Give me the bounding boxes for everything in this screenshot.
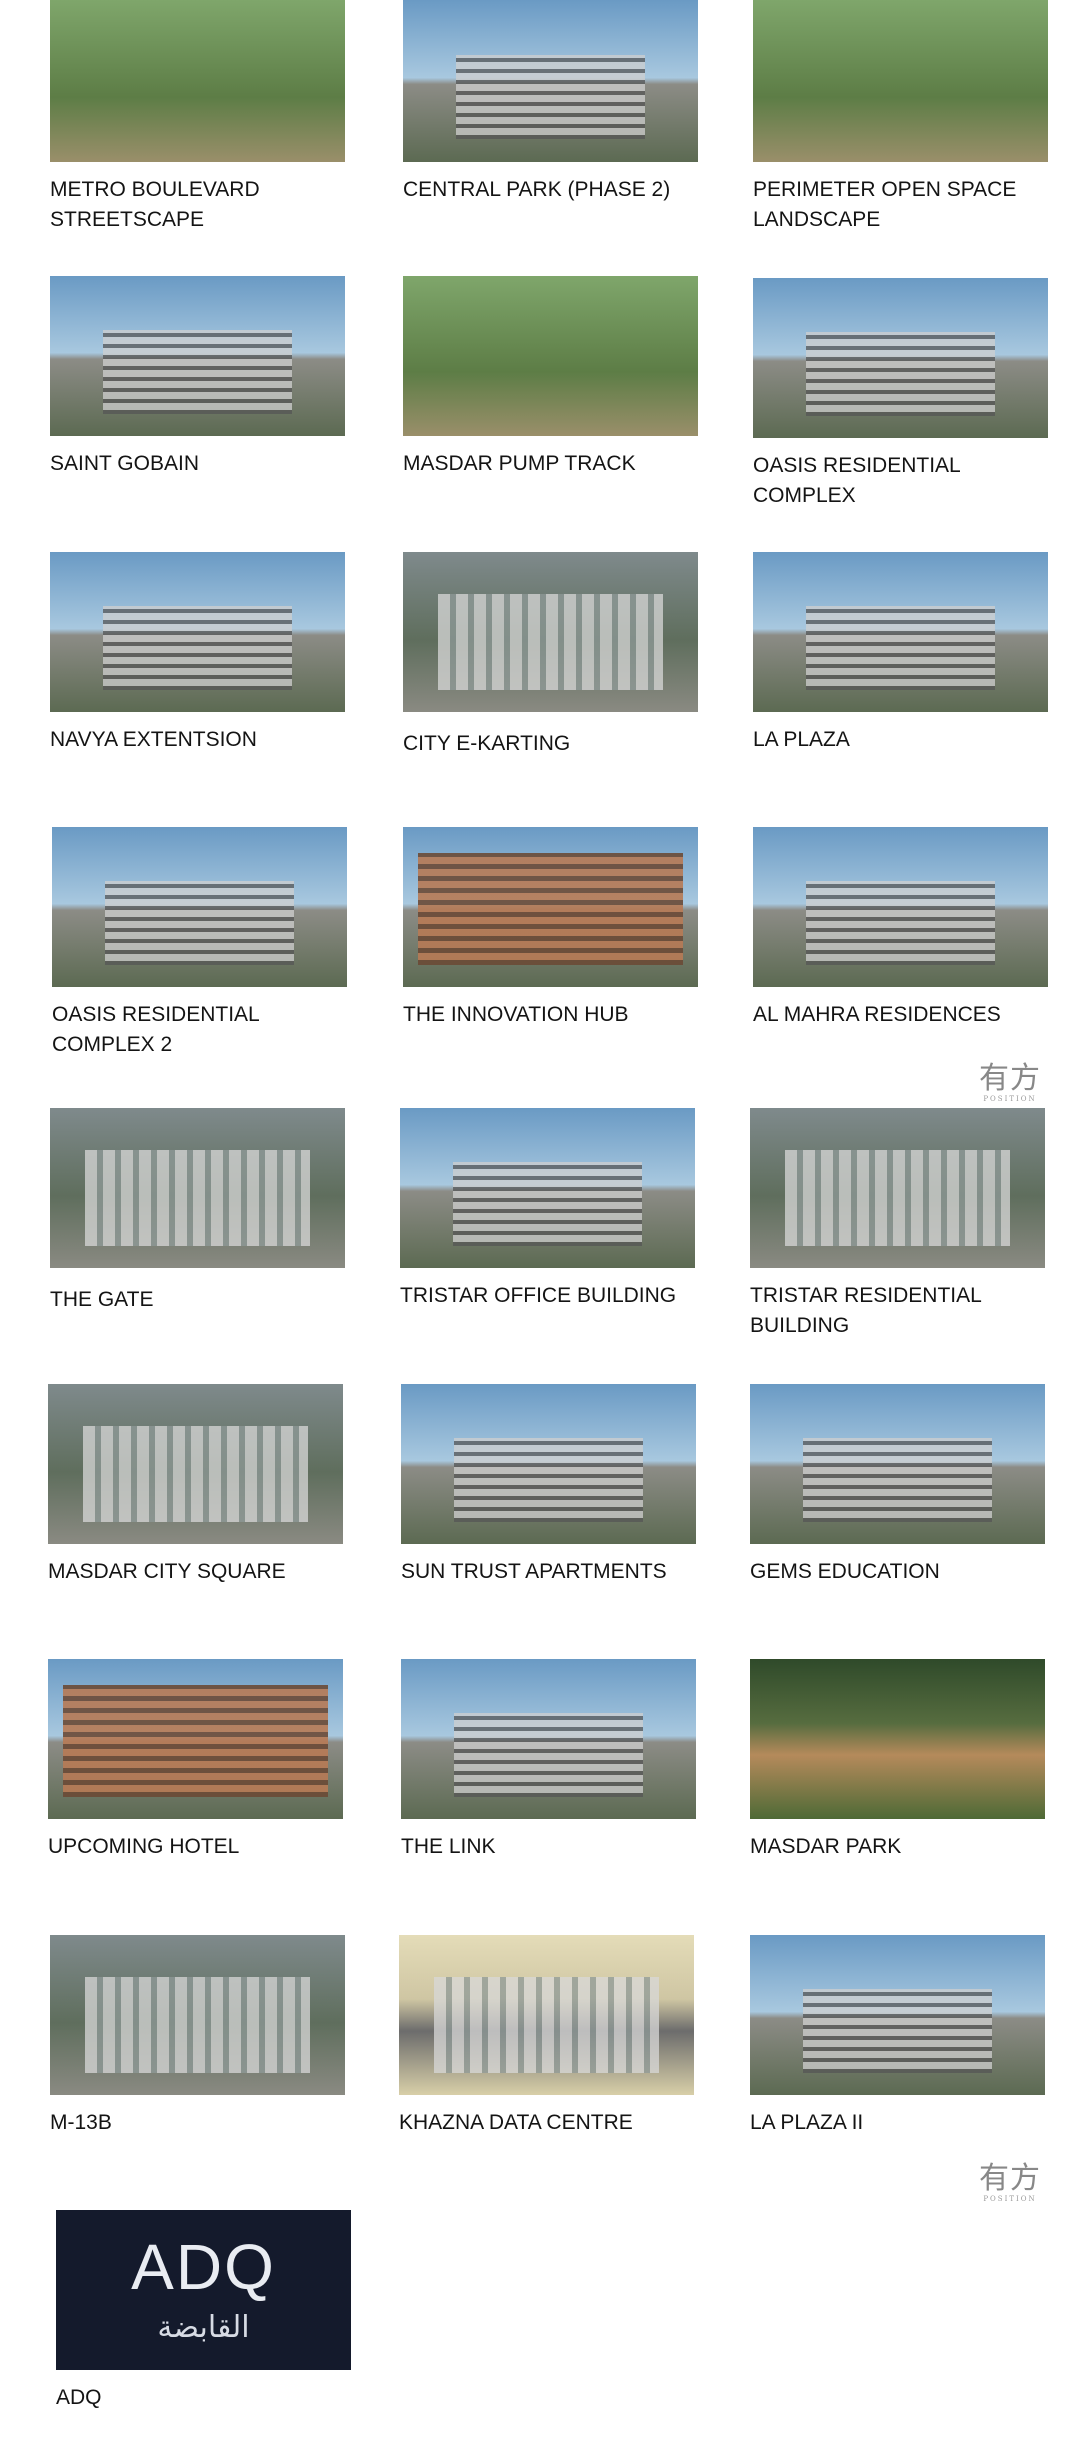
project-tile-saint-gobain[interactable]: SAINT GOBAIN — [50, 276, 345, 479]
project-image — [753, 827, 1048, 987]
watermark-stamp: 有方 POSITION — [975, 2161, 1045, 2204]
adq-logo-arabic: القابضة — [157, 2310, 250, 2345]
project-image — [403, 0, 698, 162]
project-title: NAVYA EXTENTSION — [50, 728, 257, 751]
project-tile-la-plaza[interactable]: LA PLAZA — [753, 552, 1048, 755]
project-title: M-13B — [50, 2111, 112, 2134]
project-tile-perimeter-open-space[interactable]: PERIMETER OPEN SPACE LANDSCAPE — [753, 0, 1048, 235]
project-title: PERIMETER OPEN SPACE LANDSCAPE — [753, 178, 1017, 231]
project-title: OASIS RESIDENTIAL COMPLEX 2 — [52, 1003, 259, 1056]
project-tile-metro-boulevard[interactable]: METRO BOULEVARD STREETSCAPE — [50, 0, 345, 235]
watermark-en: POSITION — [983, 2195, 1037, 2203]
project-title: THE GATE — [50, 1288, 154, 1311]
project-image — [403, 827, 698, 987]
project-image — [753, 552, 1048, 712]
project-image — [50, 0, 345, 162]
project-tile-m-13b[interactable]: M-13B — [50, 1935, 345, 2138]
project-tile-masdar-pump-track[interactable]: MASDAR PUMP TRACK — [403, 276, 698, 479]
project-title: SAINT GOBAIN — [50, 452, 199, 475]
project-tile-oasis-residential[interactable]: OASIS RESIDENTIAL COMPLEX — [753, 278, 1048, 511]
project-title: SUN TRUST APARTMENTS — [401, 1560, 667, 1583]
project-tile-al-mahra[interactable]: AL MAHRA RESIDENCES — [753, 827, 1048, 1030]
project-image — [48, 1384, 343, 1544]
project-title: GEMS EDUCATION — [750, 1560, 940, 1583]
project-image — [50, 1935, 345, 2095]
project-tile-central-park[interactable]: CENTRAL PARK (PHASE 2) — [403, 0, 698, 205]
project-tile-oasis-residential-2[interactable]: OASIS RESIDENTIAL COMPLEX 2 — [52, 827, 347, 1060]
project-image — [750, 1384, 1045, 1544]
project-tile-navya-extension[interactable]: NAVYA EXTENTSION — [50, 552, 345, 755]
adq-logo-image: ADQ القابضة — [56, 2210, 351, 2370]
project-title: TRISTAR OFFICE BUILDING — [400, 1284, 677, 1307]
project-image — [403, 552, 698, 712]
project-image — [750, 1935, 1045, 2095]
project-image — [401, 1659, 696, 1819]
project-tile-tristar-residential[interactable]: TRISTAR RESIDENTIAL BUILDING — [750, 1108, 1045, 1341]
project-image — [753, 278, 1048, 438]
project-image — [50, 1108, 345, 1268]
project-tile-the-gate[interactable]: THE GATE — [50, 1108, 345, 1315]
project-title: OASIS RESIDENTIAL COMPLEX — [753, 454, 960, 507]
project-title: LA PLAZA — [753, 728, 850, 751]
project-tile-sun-trust[interactable]: SUN TRUST APARTMENTS — [401, 1384, 696, 1587]
project-title: MASDAR CITY SQUARE — [48, 1560, 286, 1583]
project-tile-la-plaza-ii[interactable]: LA PLAZA II — [750, 1935, 1045, 2138]
project-title: THE INNOVATION HUB — [403, 1003, 629, 1026]
project-tile-masdar-city-square[interactable]: MASDAR CITY SQUARE — [48, 1384, 343, 1587]
project-image — [750, 1108, 1045, 1268]
project-tile-khazna-data-centre[interactable]: KHAZNA DATA CENTRE — [399, 1935, 694, 2138]
project-image — [753, 0, 1048, 162]
project-title: ADQ — [56, 2386, 102, 2409]
project-title: THE LINK — [401, 1835, 496, 1858]
project-tile-the-link[interactable]: THE LINK — [401, 1659, 696, 1862]
project-image — [403, 276, 698, 436]
project-title: MASDAR PARK — [750, 1835, 902, 1858]
adq-logo-mark: ADQ — [131, 2231, 276, 2303]
watermark-cn: 有方 — [979, 1061, 1041, 1096]
project-image — [50, 276, 345, 436]
project-title: AL MAHRA RESIDENCES — [753, 1003, 1001, 1026]
project-title: METRO BOULEVARD STREETSCAPE — [50, 178, 260, 231]
project-image — [400, 1108, 695, 1268]
project-tile-upcoming-hotel[interactable]: UPCOMING HOTEL — [48, 1659, 343, 1862]
project-title: TRISTAR RESIDENTIAL BUILDING — [750, 1284, 982, 1337]
project-tile-tristar-office[interactable]: TRISTAR OFFICE BUILDING — [400, 1108, 695, 1311]
watermark-en: POSITION — [983, 1095, 1037, 1103]
project-image — [399, 1935, 694, 2095]
project-title: MASDAR PUMP TRACK — [403, 452, 636, 475]
project-title: KHAZNA DATA CENTRE — [399, 2111, 633, 2134]
project-tile-innovation-hub[interactable]: THE INNOVATION HUB — [403, 827, 698, 1030]
project-image — [48, 1659, 343, 1819]
project-tile-adq[interactable]: ADQ القابضة ADQ — [56, 2210, 351, 2413]
project-image — [50, 552, 345, 712]
project-image — [750, 1659, 1045, 1819]
project-tile-city-e-karting[interactable]: CITY E-KARTING — [403, 552, 698, 759]
project-image — [52, 827, 347, 987]
project-title: CITY E-KARTING — [403, 732, 571, 755]
project-title: UPCOMING HOTEL — [48, 1835, 240, 1858]
project-title: CENTRAL PARK (PHASE 2) — [403, 178, 671, 201]
project-tile-masdar-park[interactable]: MASDAR PARK — [750, 1659, 1045, 1862]
project-image — [401, 1384, 696, 1544]
watermark-stamp: 有方 POSITION — [975, 1061, 1045, 1104]
watermark-cn: 有方 — [979, 2161, 1041, 2196]
project-title: LA PLAZA II — [750, 2111, 864, 2134]
project-tile-gems-education[interactable]: GEMS EDUCATION — [750, 1384, 1045, 1587]
